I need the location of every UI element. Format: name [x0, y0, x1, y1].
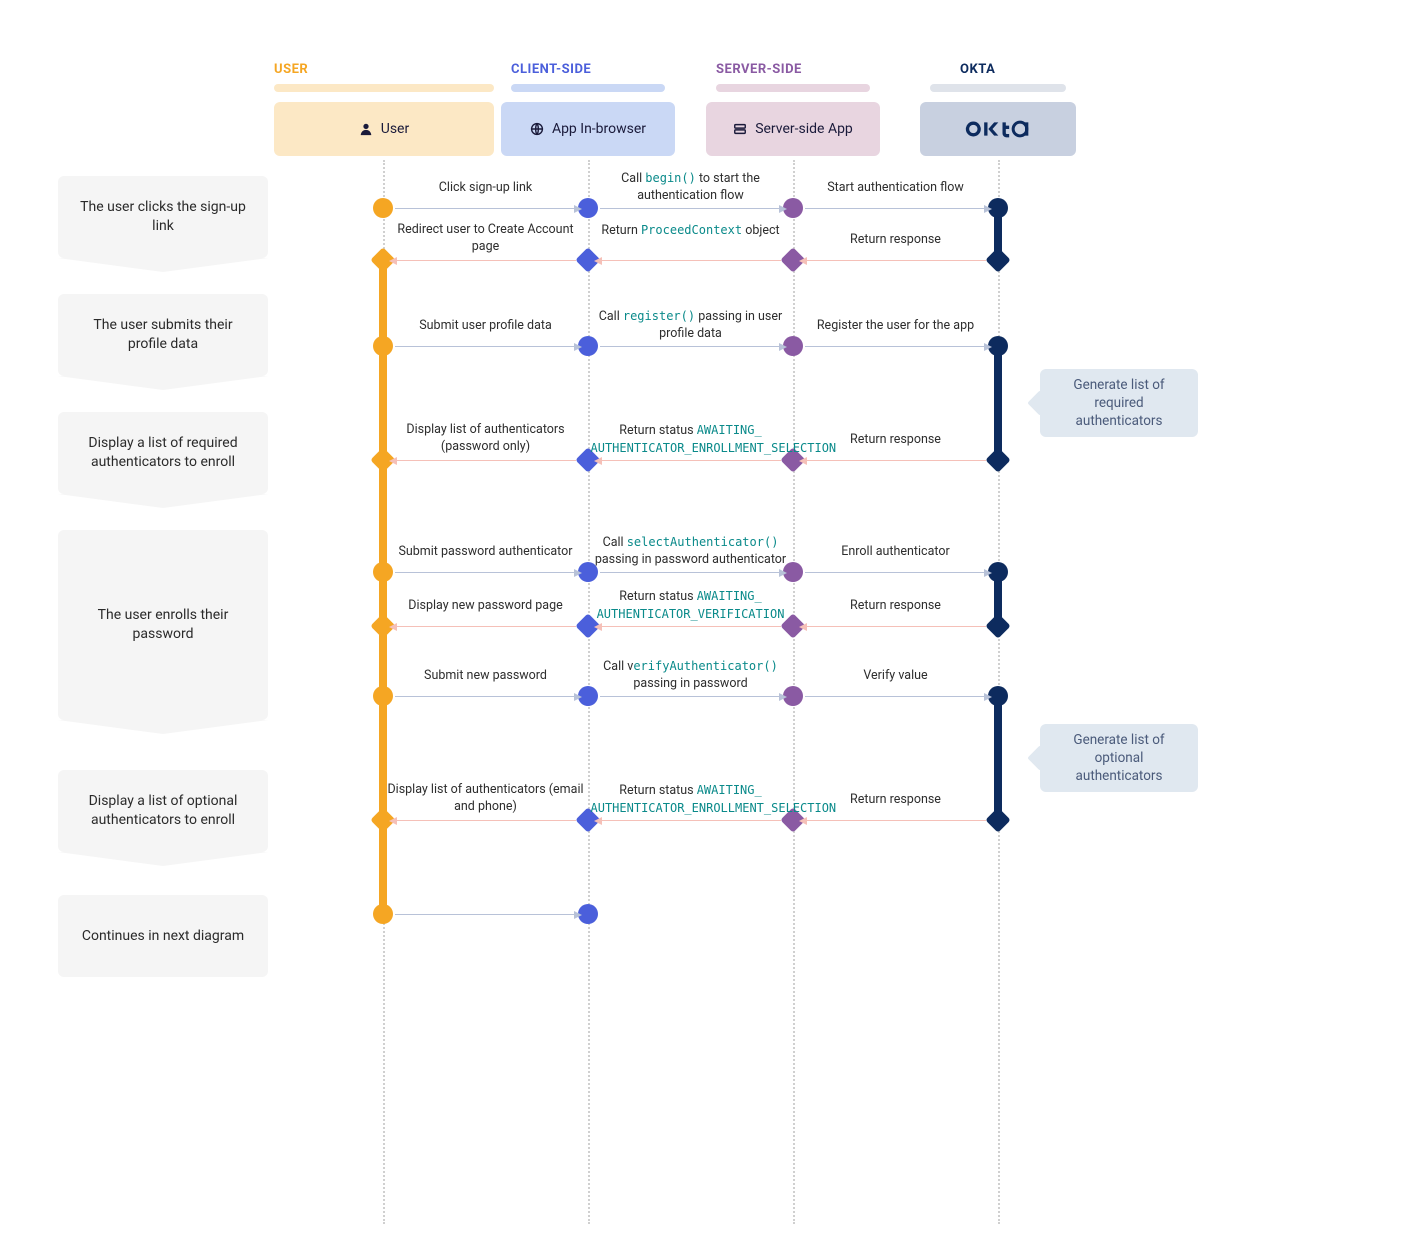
node-circle-yellow: [373, 686, 393, 706]
arrow: [600, 460, 781, 461]
col-label-okta: OKTA: [960, 62, 995, 77]
server-icon: [733, 122, 747, 136]
sidebar-step: Display a list of optional authenticator…: [58, 770, 268, 852]
arrow: [395, 460, 576, 461]
message-label: Display new password page: [386, 598, 586, 615]
callout: Generate list of optional authenticators: [1040, 724, 1198, 792]
col-bar-client: [511, 84, 665, 92]
sidebar-step: Display a list of required authenticator…: [58, 412, 268, 494]
message-label: Submit user profile data: [386, 318, 586, 335]
message-label: Display list of authenticators (password…: [386, 422, 586, 456]
col-box-user: User: [274, 102, 494, 156]
message-label: Register the user for the app: [796, 318, 996, 335]
col-box-okta: [920, 102, 1076, 156]
arrow: [600, 696, 781, 697]
sidebar-step: The user clicks the sign-up link: [58, 176, 268, 258]
message-label: Return response: [796, 432, 996, 449]
message-label: Return response: [796, 232, 996, 249]
message-label: Call begin() to start the authentication…: [591, 170, 791, 205]
globe-icon: [530, 122, 544, 136]
col-box-client-label: App In-browser: [552, 121, 646, 137]
message-label: Enroll authenticator: [796, 544, 996, 561]
arrow: [395, 208, 576, 209]
sidebar-step: Continues in next diagram: [58, 895, 268, 977]
arrow: [395, 626, 576, 627]
message-label: Return response: [796, 792, 996, 809]
arrow: [805, 696, 986, 697]
sidebar-step: The user submits their profile data: [58, 294, 268, 376]
arrow: [395, 572, 576, 573]
col-box-user-label: User: [381, 121, 409, 137]
arrow: [805, 208, 986, 209]
arrow: [600, 820, 781, 821]
col-bar-okta: [930, 84, 1066, 92]
sidebar-step: The user enrolls their password: [58, 530, 268, 720]
col-label-user: USER: [274, 62, 308, 77]
node-circle-yellow: [373, 562, 393, 582]
callout-text: Generate list of optional authenticators: [1050, 731, 1188, 786]
col-box-client: App In-browser: [501, 102, 675, 156]
col-label-client: CLIENT-SIDE: [511, 62, 591, 77]
message-label: Verify value: [796, 668, 996, 685]
node-circle-yellow: [373, 904, 393, 924]
arrow: [600, 572, 781, 573]
message-label: Call verifyAuthenticator() passing in pa…: [591, 658, 791, 693]
node-diamond-navy: [985, 807, 1010, 832]
okta-logo-icon: [965, 119, 1032, 139]
col-label-server: SERVER-SIDE: [716, 62, 802, 77]
arrow: [805, 820, 986, 821]
message-label: Submit password authenticator: [386, 544, 586, 561]
node-diamond-navy: [985, 447, 1010, 472]
message-label: Start authentication flow: [796, 180, 996, 197]
message-label: Return status AWAITING_ AUTHENTICATOR_EN…: [591, 782, 791, 818]
message-label: Redirect user to Create Account page: [386, 222, 586, 256]
user-icon: [359, 122, 373, 136]
message-label: Submit new password: [386, 668, 586, 685]
arrow: [395, 260, 576, 261]
message-label: Display list of authenticators (email an…: [386, 782, 586, 816]
node-circle-yellow: [373, 336, 393, 356]
arrow: [395, 346, 576, 347]
message-label: Click sign-up link: [386, 180, 586, 197]
col-bar-user: [274, 84, 494, 92]
arrow: [805, 626, 986, 627]
message-label: Return response: [796, 598, 996, 615]
arrow: [600, 260, 781, 261]
node-diamond-navy: [985, 247, 1010, 272]
callout: Generate list of required authenticators: [1040, 369, 1198, 437]
node-diamond-navy: [985, 613, 1010, 638]
message-label: Call register() passing in user profile …: [591, 308, 791, 343]
swimlane-canvas: USER CLIENT-SIDE SERVER-SIDE OKTA User A…: [0, 0, 1424, 1244]
col-box-server: Server-side App: [706, 102, 880, 156]
arrow: [395, 820, 576, 821]
message-label: Return status AWAITING_ AUTHENTICATOR_VE…: [591, 588, 791, 624]
arrow: [805, 346, 986, 347]
arrow: [395, 914, 576, 915]
arrow: [805, 260, 986, 261]
message-label: Return ProceedContext object: [591, 222, 791, 240]
arrow: [600, 346, 781, 347]
message-label: Call selectAuthenticator() passing in pa…: [591, 534, 791, 569]
node-circle-yellow: [373, 198, 393, 218]
callout-text: Generate list of required authenticators: [1050, 376, 1188, 431]
arrow: [805, 460, 986, 461]
message-label: Return status AWAITING_ AUTHENTICATOR_EN…: [591, 422, 791, 458]
col-box-server-label: Server-side App: [755, 121, 853, 137]
arrow: [805, 572, 986, 573]
arrow: [395, 696, 576, 697]
col-bar-server: [716, 84, 870, 92]
arrow: [600, 208, 781, 209]
arrow: [600, 626, 781, 627]
